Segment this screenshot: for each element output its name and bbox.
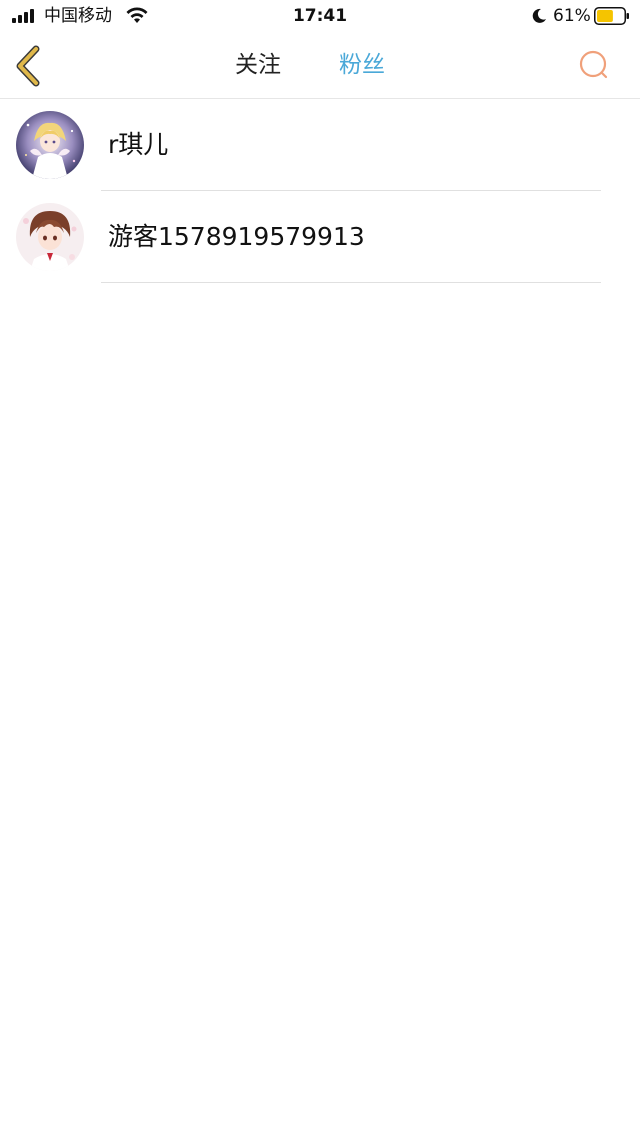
tab-following[interactable]: 关注 xyxy=(235,50,281,80)
list-item[interactable]: r琪儿 xyxy=(0,99,640,191)
search-button[interactable] xyxy=(576,47,612,83)
user-name: r琪儿 xyxy=(108,130,169,159)
avatar-anime-boy-icon xyxy=(16,203,84,271)
status-bar: 中国移动 17:41 61% xyxy=(0,0,640,34)
battery-icon xyxy=(594,7,629,25)
user-name: 游客1578919579913 xyxy=(108,222,365,251)
list-item[interactable]: 游客1578919579913 xyxy=(0,191,640,283)
tab-bar: 关注 粉丝 xyxy=(0,34,640,98)
nav-bar: 关注 粉丝 xyxy=(0,34,640,99)
search-icon xyxy=(579,50,608,79)
moon-icon xyxy=(532,8,546,23)
avatar[interactable] xyxy=(16,203,84,271)
battery-percent: 61% xyxy=(553,6,591,26)
avatar-anime-girl-icon xyxy=(16,111,84,179)
tab-fans[interactable]: 粉丝 xyxy=(339,50,385,80)
avatar[interactable] xyxy=(16,111,84,179)
fan-list: r琪儿 游客1578919579913 xyxy=(0,99,640,283)
divider xyxy=(101,282,601,283)
